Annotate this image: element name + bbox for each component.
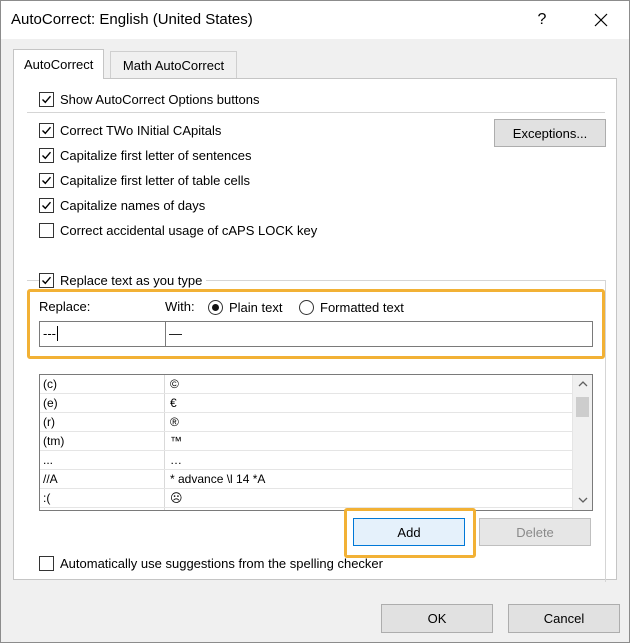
tab-math-autocorrect[interactable]: Math AutoCorrect <box>110 51 237 79</box>
with-input[interactable]: — <box>165 321 593 347</box>
button-label: Delete <box>516 524 554 540</box>
with-input-value: — <box>169 326 182 341</box>
plain-text-radio[interactable]: Plain text <box>208 298 282 316</box>
scroll-down-arrow[interactable] <box>573 491 592 509</box>
checkbox-box[interactable] <box>39 222 54 238</box>
entry-replace-text: :( <box>43 491 51 505</box>
list-scrollbar[interactable] <box>572 375 592 510</box>
chevron-up-icon <box>578 381 587 387</box>
show-options-buttons-checkbox[interactable]: Show AutoCorrect Options buttons <box>39 90 259 108</box>
checkbox-label: Replace text as you type <box>60 272 203 288</box>
correct-two-initial-checkbox[interactable]: Correct TWo INitial CApitals <box>39 121 221 139</box>
checkbox-label: Capitalize names of days <box>60 197 206 213</box>
radio-button[interactable] <box>299 299 314 315</box>
button-label: Cancel <box>543 611 585 626</box>
tab-label: Math AutoCorrect <box>122 58 225 73</box>
title-bar: AutoCorrect: English (United States) ? <box>1 1 629 39</box>
separator <box>27 112 605 113</box>
replace-input-value: --- <box>43 326 56 341</box>
text-cursor <box>57 326 62 341</box>
help-icon: ? <box>537 11 547 28</box>
checkbox-box[interactable] <box>39 172 54 188</box>
entry-with-text: € <box>170 396 177 410</box>
replace-as-you-type-checkbox[interactable]: Replace text as you type <box>39 271 207 289</box>
delete-button[interactable]: Delete <box>479 518 591 546</box>
button-label: Exceptions... <box>512 125 588 141</box>
checkmark-icon <box>42 126 52 134</box>
close-icon <box>594 13 608 27</box>
checkbox-label: Capitalize first letter of table cells <box>60 172 251 188</box>
capitalize-sentences-checkbox[interactable]: Capitalize first letter of sentences <box>39 146 251 164</box>
checkmark-icon <box>42 151 52 159</box>
radio-label: Plain text <box>229 299 283 315</box>
capitalize-days-checkbox[interactable]: Capitalize names of days <box>39 196 205 214</box>
add-button[interactable]: Add <box>353 518 465 546</box>
entry-replace-text: (e) <box>43 396 58 410</box>
radio-label: Formatted text <box>320 299 404 315</box>
list-item[interactable]: :( ☹ <box>40 489 572 508</box>
entry-with-text: © <box>170 377 179 391</box>
checkbox-box[interactable] <box>39 197 54 213</box>
list-item[interactable]: (tm) ™ <box>40 432 572 451</box>
entry-with-text: ® <box>170 415 179 429</box>
entry-with-text: … <box>170 453 182 467</box>
radio-selected-dot <box>212 303 219 311</box>
scroll-thumb[interactable] <box>576 397 589 417</box>
autocorrect-dialog: AutoCorrect: English (United States) ? A… <box>0 0 630 643</box>
button-label: OK <box>427 611 447 626</box>
checkmark-icon <box>42 95 52 103</box>
formatted-text-radio[interactable]: Formatted text <box>299 298 404 316</box>
tab-autocorrect[interactable]: AutoCorrect <box>13 49 105 79</box>
list-item[interactable]: //A * advance \l 14 *A <box>40 470 572 489</box>
checkmark-icon <box>42 176 52 184</box>
group-border-right <box>605 280 606 582</box>
help-button[interactable]: ? <box>528 7 556 33</box>
scroll-up-arrow[interactable] <box>573 375 592 393</box>
checkbox-label: Correct accidental usage of cAPS LOCK ke… <box>60 222 318 238</box>
list-item[interactable]: ... … <box>40 451 572 470</box>
close-button[interactable] <box>587 7 615 33</box>
autocorrect-entries-list[interactable]: (c) © (e) € (r) ® (tm) ™... … //A * advance \l 14 … <box>39 374 593 511</box>
entry-replace-text: ... <box>43 453 54 467</box>
window-title: AutoCorrect: English (United States) <box>11 11 253 28</box>
entry-replace-text: (c) <box>43 377 57 391</box>
checkbox-box[interactable] <box>39 147 54 163</box>
checkbox-label: Capitalize first letter of sentences <box>60 147 252 163</box>
entry-with-text: ☹ <box>170 491 183 505</box>
checkbox-box[interactable] <box>39 272 54 288</box>
list-item[interactable]: (e) € <box>40 394 572 413</box>
spelling-suggestions-checkbox[interactable]: Automatically use suggestions from the s… <box>39 554 383 572</box>
entry-replace-text: (tm) <box>43 434 65 448</box>
checkbox-box[interactable] <box>39 122 54 138</box>
caps-lock-checkbox[interactable]: Correct accidental usage of cAPS LOCK ke… <box>39 221 317 239</box>
button-label: Add <box>397 524 421 540</box>
radio-button[interactable] <box>208 299 223 315</box>
chevron-down-icon <box>578 497 587 503</box>
cancel-button[interactable]: Cancel <box>508 604 620 633</box>
with-label: With: <box>165 299 195 314</box>
checkbox-box[interactable] <box>39 555 54 571</box>
checkbox-label: Show AutoCorrect Options buttons <box>60 91 260 107</box>
list-item[interactable]: (c) © <box>40 375 572 394</box>
list-item[interactable]: (r) ® <box>40 413 572 432</box>
checkbox-label: Automatically use suggestions from the s… <box>60 555 383 571</box>
entry-with-text: ™ <box>170 434 182 448</box>
entry-replace-text: //A <box>43 472 58 486</box>
tab-label: AutoCorrect <box>24 57 94 72</box>
entry-replace-text: (r) <box>43 415 55 429</box>
ok-button[interactable]: OK <box>381 604 493 633</box>
checkbox-box[interactable] <box>39 91 54 107</box>
replace-input[interactable]: --- <box>39 321 166 347</box>
checkmark-icon <box>42 276 52 284</box>
exceptions-button[interactable]: Exceptions... <box>494 119 606 147</box>
replace-label: Replace: <box>39 299 91 314</box>
capitalize-table-cells-checkbox[interactable]: Capitalize first letter of table cells <box>39 171 250 189</box>
checkbox-label: Correct TWo INitial CApitals <box>60 122 222 138</box>
entry-with-text: * advance \l 14 *A <box>170 472 266 486</box>
checkmark-icon <box>42 201 52 209</box>
